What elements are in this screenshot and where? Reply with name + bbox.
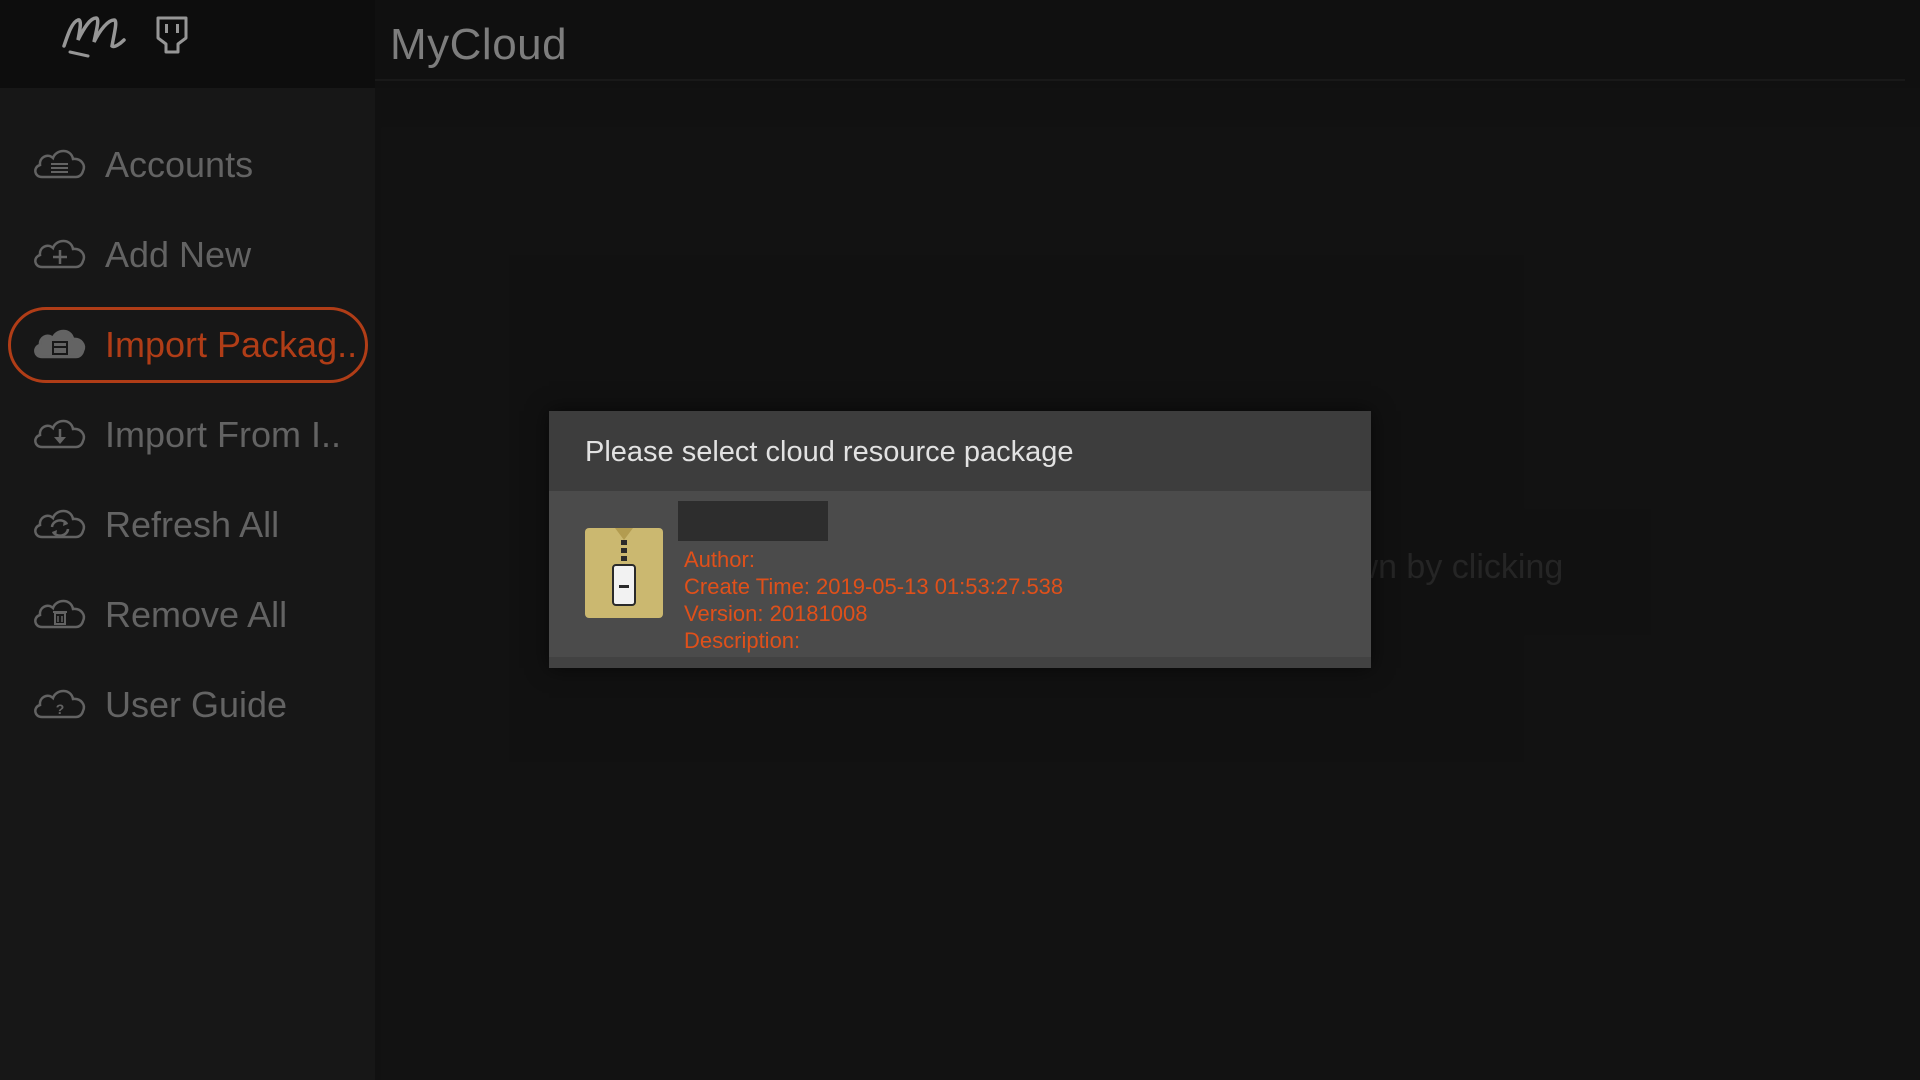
zip-archive-icon: [585, 528, 663, 618]
package-version: Version: 20181008: [684, 601, 868, 626]
dialog-footer: [549, 657, 1371, 668]
dialog-title: Please select cloud resource package: [585, 436, 1074, 468]
select-package-dialog: Please select cloud resource package Aut…: [549, 411, 1371, 668]
package-name: [678, 501, 828, 541]
package-description: Description:: [684, 628, 801, 653]
package-list-item[interactable]: Author: Create Time: 2019-05-13 01:53:27…: [549, 491, 1371, 657]
app-window: MyCloud Accounts Add New Import Packag..…: [0, 0, 1920, 1080]
dialog-header: Please select cloud resource package: [549, 411, 1371, 491]
package-create-time: Create Time: 2019-05-13 01:53:27.538: [684, 574, 1064, 599]
package-author: Author:: [684, 547, 755, 572]
